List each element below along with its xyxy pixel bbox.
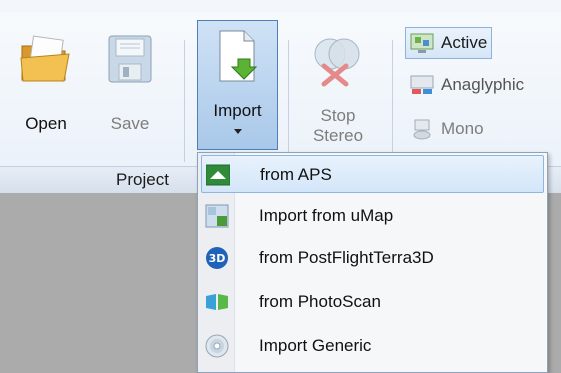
stop-stereo-label-1: Stop	[320, 106, 356, 125]
menu-item-import-from-umap[interactable]: Import from uMap	[201, 197, 544, 235]
import-dropdown-menu: from APS Import from uMap 3D from PostFl…	[197, 152, 548, 373]
menu-item-label: from APS	[260, 165, 332, 184]
anaglyph-glasses-icon	[410, 75, 434, 94]
stop-stereo-button[interactable]: Stop Stereo	[302, 22, 374, 152]
chevron-down-icon	[234, 129, 242, 134]
floppy-disk-icon	[108, 35, 152, 83]
mono-mode-label: Mono	[441, 119, 484, 138]
separator	[184, 40, 185, 162]
mono-icon	[413, 119, 431, 140]
import-label: Import	[213, 101, 262, 120]
menu-item-from-postflightterra3d[interactable]: 3D from PostFlightTerra3D	[201, 239, 544, 277]
separator	[288, 40, 289, 162]
import-button[interactable]: Import	[197, 20, 278, 150]
3d-icon: 3D	[206, 247, 228, 269]
mono-mode-button[interactable]: Mono	[405, 114, 484, 144]
menu-item-import-generic[interactable]: Import Generic	[201, 327, 544, 365]
save-label: Save	[110, 114, 150, 133]
photoscan-icon	[206, 294, 228, 310]
separator	[392, 40, 393, 162]
save-button[interactable]: Save	[100, 22, 160, 152]
stop-stereo-label-2: Stereo	[312, 126, 364, 145]
menu-item-label: Import Generic	[259, 336, 372, 355]
svg-text:3D: 3D	[209, 252, 226, 265]
menu-item-from-aps[interactable]: from APS	[201, 155, 544, 193]
open-label: Open	[25, 114, 67, 133]
folder-icon	[20, 35, 70, 82]
anaglyphic-mode-label: Anaglyphic	[441, 75, 525, 94]
menu-item-label: from PostFlightTerra3D	[259, 248, 434, 267]
import-document-icon	[219, 30, 258, 82]
menu-item-label: Import from uMap	[259, 206, 394, 225]
active-mode-label: Active	[441, 33, 488, 52]
menu-item-label: from PhotoScan	[259, 292, 381, 311]
open-button[interactable]: Open	[14, 22, 78, 152]
active-stereo-icon	[410, 33, 434, 53]
aps-icon	[206, 164, 230, 186]
anaglyphic-mode-button[interactable]: Anaglyphic	[405, 70, 524, 100]
umap-icon	[205, 204, 229, 228]
disc-icon	[205, 334, 229, 358]
menu-item-from-photoscan[interactable]: from PhotoScan	[201, 283, 544, 321]
stop-stereo-icon	[314, 38, 360, 87]
active-mode-button[interactable]: Active	[405, 27, 493, 59]
